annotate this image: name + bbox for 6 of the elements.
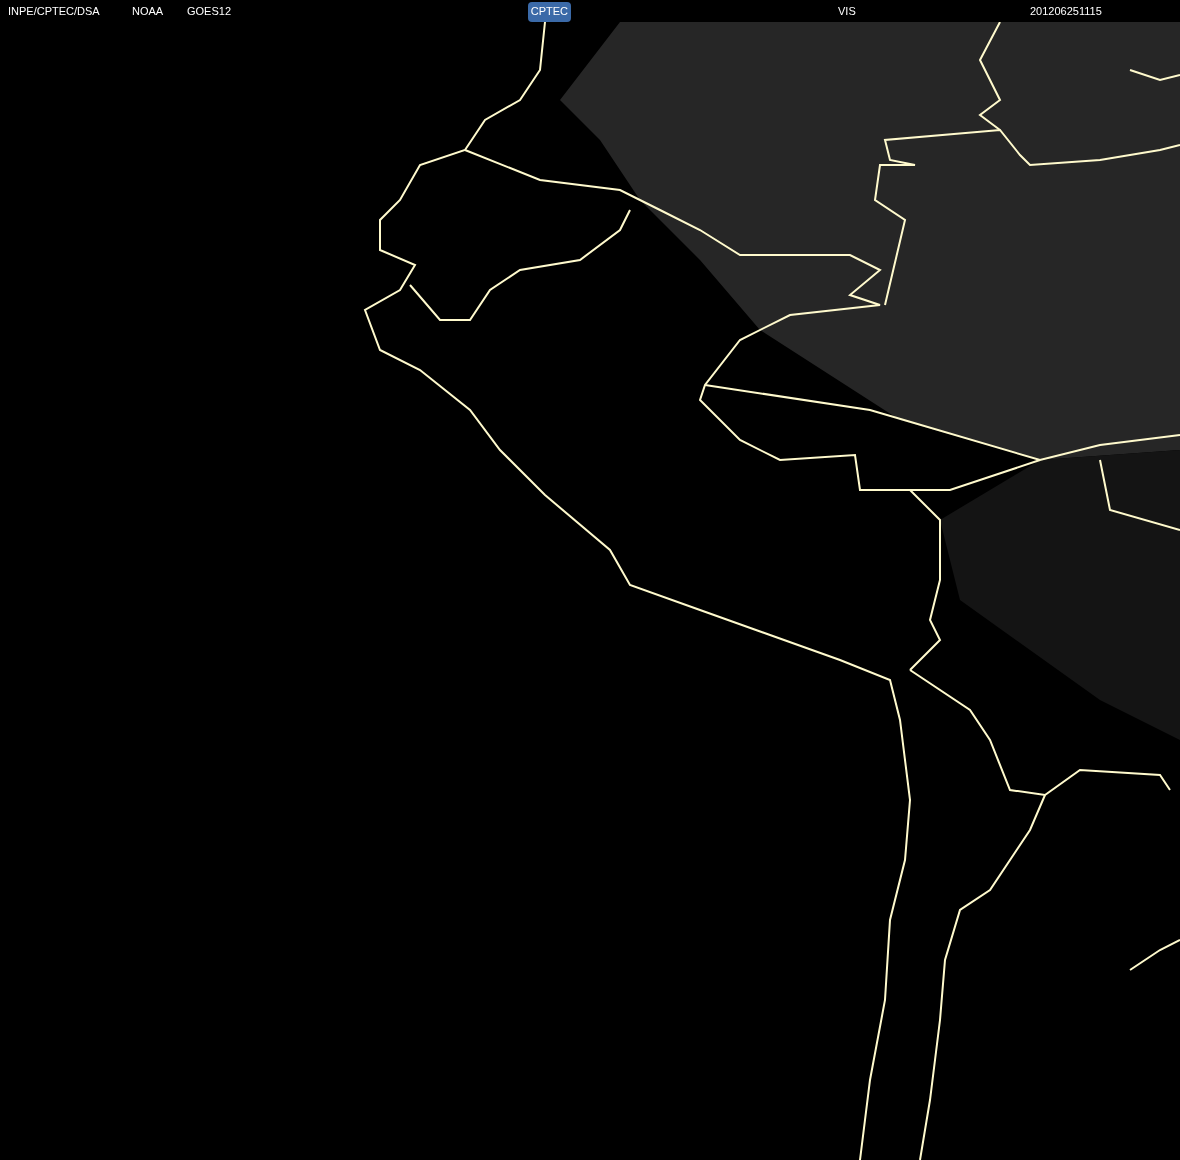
header-label: GOES12 [187,4,232,17]
header-label: INPE/CPTEC/DSA [8,4,100,17]
channel-label: VIS [838,3,857,19]
header-label: NOAA [132,4,164,17]
logo: CPTEC [527,1,571,22]
timestamp: 201206251115 [1030,3,1102,19]
